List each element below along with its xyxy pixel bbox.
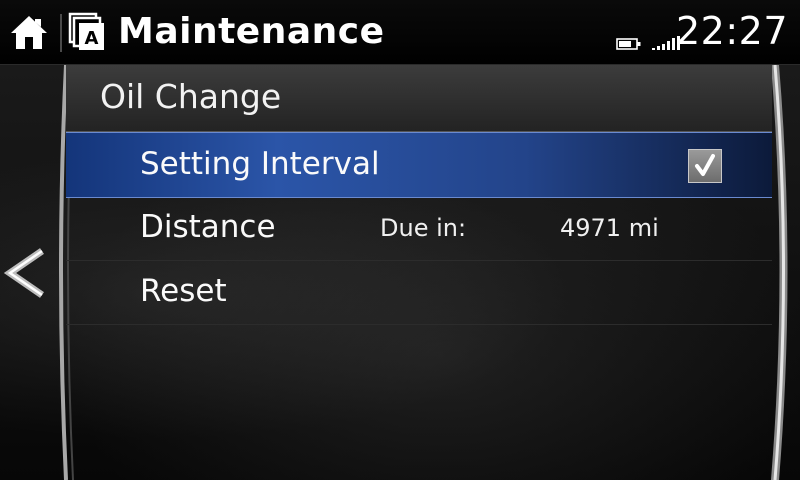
audio-source-button[interactable]: A [66, 12, 106, 52]
chevron-left-icon [3, 248, 44, 298]
clock: 22:27 [675, 9, 788, 53]
header-divider [60, 14, 62, 52]
back-button[interactable] [2, 245, 52, 301]
section-header: Oil Change [66, 65, 772, 132]
section-title: Oil Change [100, 77, 282, 116]
distance-row[interactable]: Distance Due in: 4971 mi [66, 196, 772, 261]
setting-interval-checkbox[interactable] [688, 149, 722, 183]
home-icon [11, 16, 47, 49]
audio-source-icon: A [68, 12, 104, 50]
home-button[interactable] [8, 11, 50, 53]
svg-text:A: A [85, 28, 99, 49]
setting-interval-row[interactable]: Setting Interval [66, 132, 772, 198]
row-label: Distance [140, 209, 276, 245]
due-in-value: 4971 mi [560, 214, 659, 242]
row-label: Setting Interval [140, 146, 380, 182]
main-panel: Oil Change Setting Interval Distance Due… [0, 65, 800, 480]
battery-icon [616, 38, 641, 50]
row-label: Reset [140, 273, 227, 309]
page-title: Maintenance [118, 11, 385, 52]
due-in-label: Due in: [380, 214, 467, 242]
reset-row[interactable]: Reset [66, 260, 772, 325]
header-bar: A Maintenance 22:27 [0, 0, 800, 65]
checkmark-icon [695, 154, 715, 176]
